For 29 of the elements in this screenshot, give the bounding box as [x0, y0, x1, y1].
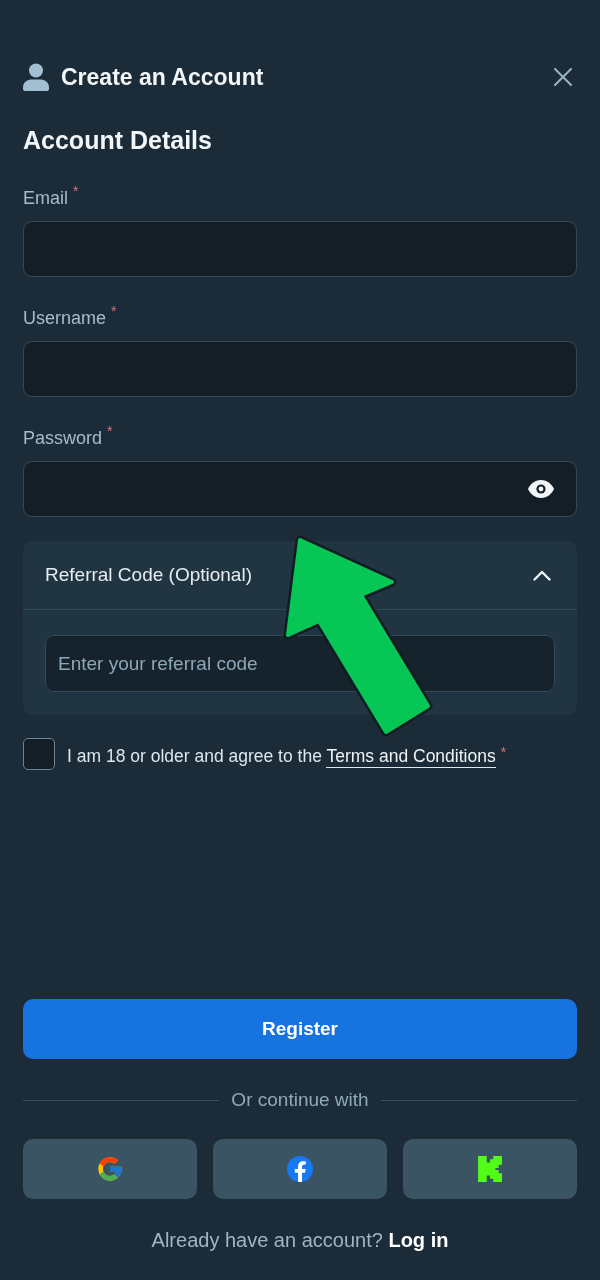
eye-icon[interactable]: [528, 480, 554, 498]
facebook-logo-icon: [287, 1156, 313, 1182]
close-button[interactable]: [553, 67, 573, 87]
password-field[interactable]: [23, 461, 577, 517]
checkbox[interactable]: [23, 738, 55, 770]
google-button[interactable]: [23, 1139, 197, 1199]
kick-button[interactable]: [403, 1139, 577, 1199]
login-prompt: Already have an account? Log in: [150, 1228, 450, 1253]
required-mark: *: [107, 424, 113, 438]
facebook-button[interactable]: [213, 1139, 387, 1199]
divider-text: Or continue with: [231, 1088, 369, 1112]
required-mark: *: [500, 744, 507, 760]
register-button[interactable]: Register: [23, 999, 577, 1059]
k-logo-icon: [478, 1156, 502, 1182]
input-field[interactable]: [23, 341, 577, 397]
input-field[interactable]: [23, 221, 577, 277]
required-mark: *: [111, 304, 117, 318]
agreement-text: I am 18 or older and agree to the Terms and Conditions $^{*}$: [67, 743, 507, 769]
user-icon: [23, 63, 49, 91]
dialog-title: Create an Account: [61, 63, 264, 92]
field-label: Password: [23, 427, 103, 450]
required-mark: *: [73, 184, 79, 198]
section-title: Account Details: [23, 125, 213, 156]
field-label: Username: [23, 307, 107, 330]
google-logo-icon: [96, 1155, 124, 1183]
close-icon: [554, 68, 572, 86]
terms-link[interactable]: Terms and Conditions: [326, 746, 496, 768]
field-label: Email: [23, 187, 68, 210]
login-link[interactable]: Log in: [388, 1229, 449, 1251]
